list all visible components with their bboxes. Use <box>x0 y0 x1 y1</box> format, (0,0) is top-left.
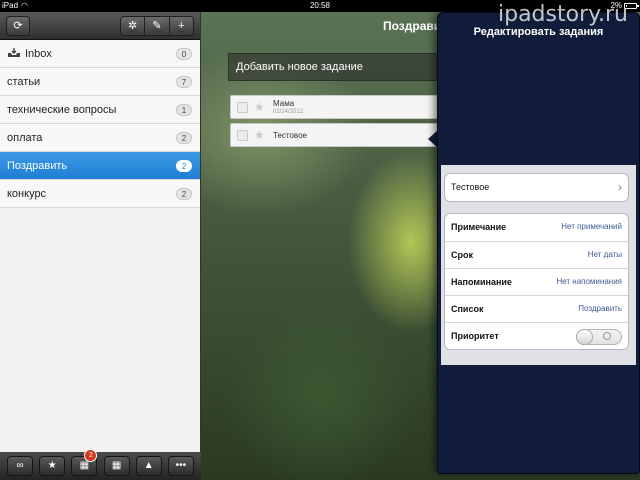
starred-button[interactable]: ★ <box>39 456 66 476</box>
sidebar-toolbar: ⟳ ✲ ✎ + <box>0 12 200 40</box>
refresh-button[interactable]: ⟳ <box>6 16 30 36</box>
sidebar: ⟳ ✲ ✎ + Inbox 0 статьи 7 технические воп… <box>0 12 201 480</box>
toggle-knob <box>576 329 593 345</box>
task-name-row[interactable]: Тестовое › <box>445 174 628 201</box>
all-tasks-button[interactable]: ∞ <box>7 456 34 476</box>
task-title: Тестовое <box>273 131 307 140</box>
gear-icon: ✲ <box>128 20 138 32</box>
popover-content: Тестовое › Примечание Нет примечаний Сро… <box>441 165 636 365</box>
priority-label: Приоритет <box>451 331 499 341</box>
infinity-icon: ∞ <box>16 460 24 471</box>
add-list-button[interactable]: + <box>168 17 193 35</box>
sidebar-item-contest[interactable]: конкурс 2 <box>0 180 200 208</box>
more-icon: ••• <box>175 460 187 471</box>
pencil-icon: ✎ <box>152 20 162 32</box>
due-date-value: Нет даты <box>587 250 622 259</box>
list-value: Поздравить <box>578 304 622 313</box>
priority-toggle[interactable] <box>576 329 622 345</box>
warning-icon: ▲ <box>143 460 154 471</box>
list-row[interactable]: Список Поздравить <box>445 295 628 322</box>
reminder-row[interactable]: Напоминание Нет напоминания <box>445 268 628 295</box>
popover-title: Редактировать задания <box>473 26 604 38</box>
sidebar-item-label: Поздравить <box>7 160 68 172</box>
inbox-icon <box>7 48 21 58</box>
star-icon: ★ <box>47 460 57 471</box>
task-count-badge: 7 <box>176 76 192 88</box>
star-icon[interactable]: ★ <box>254 100 265 114</box>
task-title: Мама <box>273 99 295 108</box>
edit-button[interactable]: ✎ <box>144 17 169 35</box>
task-count-badge: 0 <box>176 48 192 60</box>
lists: Inbox 0 статьи 7 технические вопросы 1 о… <box>0 40 200 208</box>
plus-icon: + <box>178 20 185 32</box>
sidebar-item-articles[interactable]: статьи 7 <box>0 68 200 96</box>
refresh-icon: ⟳ <box>13 20 23 32</box>
due-date-label: Срок <box>451 250 473 260</box>
task-name-group: Тестовое › <box>444 173 629 202</box>
note-value: Нет примечаний <box>561 222 622 231</box>
sidebar-action-group: ✲ ✎ + <box>120 16 194 36</box>
sidebar-item-label: технические вопросы <box>7 104 117 116</box>
toggle-off-icon <box>603 332 611 340</box>
task-name: Тестовое <box>451 182 490 192</box>
overdue-button[interactable]: ▲ <box>135 456 162 476</box>
watermark: ipadstory.ru <box>498 2 628 27</box>
sidebar-item-inbox[interactable]: Inbox 0 <box>0 40 200 68</box>
sidebar-item-tech-questions[interactable]: технические вопросы 1 <box>0 96 200 124</box>
note-row[interactable]: Примечание Нет примечаний <box>445 214 628 241</box>
chevron-right-icon: › <box>618 180 622 194</box>
reminder-label: Напоминание <box>451 277 512 287</box>
due-date-row[interactable]: Срок Нет даты <box>445 241 628 268</box>
task-checkbox[interactable] <box>237 102 248 113</box>
sidebar-bottom-toolbar: ∞ ★ ▦ 2 ▦ ▲ ••• <box>0 449 201 480</box>
task-count-badge: 2 <box>176 160 192 172</box>
notification-badge: 2 <box>84 449 98 462</box>
more-button[interactable]: ••• <box>167 456 194 476</box>
task-due-date: 02/24/2012 <box>273 109 304 115</box>
task-checkbox[interactable] <box>237 130 248 141</box>
note-label: Примечание <box>451 222 507 232</box>
star-icon[interactable]: ★ <box>254 128 265 142</box>
today-button[interactable]: ▦ 2 <box>71 449 98 476</box>
list-label: Список <box>451 304 484 314</box>
sidebar-item-label: статьи <box>7 76 41 88</box>
sidebar-item-payment[interactable]: оплата 2 <box>0 124 200 152</box>
task-details-group: Примечание Нет примечаний Срок Нет даты … <box>444 213 629 350</box>
calendar-tomorrow-icon: ▦ <box>111 460 122 471</box>
reminder-value: Нет напоминания <box>556 277 622 286</box>
priority-row: Приоритет <box>445 322 628 349</box>
task-count-badge: 2 <box>176 132 192 144</box>
sidebar-item-label: оплата <box>7 132 43 144</box>
task-count-badge: 2 <box>176 188 192 200</box>
task-count-badge: 1 <box>176 104 192 116</box>
tomorrow-button[interactable]: ▦ <box>103 456 130 476</box>
sidebar-item-congratulate[interactable]: Поздравить 2 <box>0 152 200 180</box>
sidebar-item-label: Inbox <box>25 48 52 60</box>
sidebar-item-label: конкурс <box>7 188 47 200</box>
settings-button[interactable]: ✲ <box>121 17 145 35</box>
edit-task-popover: Редактировать задания Тестовое › Примеча… <box>437 12 640 474</box>
